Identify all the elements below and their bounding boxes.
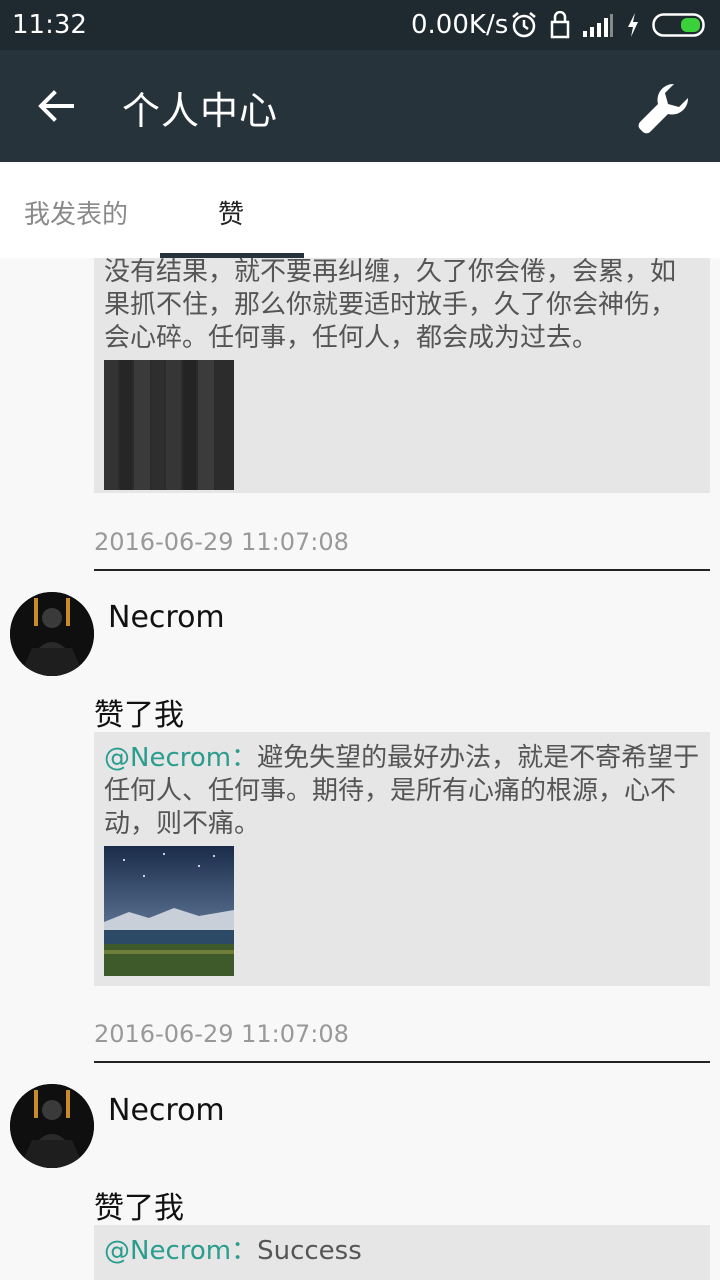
timestamp: 2016-06-29 11:07:08 bbox=[94, 528, 349, 556]
app-bar: 个人中心 bbox=[0, 50, 720, 162]
tab-bar: 我发表的 赞 bbox=[0, 162, 720, 258]
mention-author[interactable]: @Necrom： bbox=[104, 743, 257, 773]
feed-list[interactable]: 没有结果，就不要再纠缠，久了你会倦，会累，如果抓不住，那么你就要适时放手，久了你… bbox=[0, 258, 720, 1280]
wrench-icon[interactable] bbox=[634, 80, 692, 138]
quote-text: 没有结果，就不要再纠缠，久了你会倦，会累，如果抓不住，那么你就要适时放手，久了你… bbox=[104, 258, 677, 353]
charging-icon bbox=[628, 13, 638, 37]
divider bbox=[94, 1061, 710, 1063]
alarm-icon bbox=[512, 12, 536, 38]
status-time: 11:32 bbox=[12, 10, 87, 40]
avatar[interactable] bbox=[10, 592, 94, 676]
username[interactable]: Necrom bbox=[108, 600, 225, 635]
night-lake-image[interactable] bbox=[104, 846, 234, 976]
like-action-text: 赞了我 bbox=[94, 698, 184, 733]
tab-likes[interactable]: 赞 bbox=[218, 194, 244, 231]
quoted-post[interactable]: @Necrom：Success bbox=[94, 1225, 710, 1280]
battery-icon bbox=[652, 13, 705, 37]
network-speed: 0.00K/s bbox=[411, 10, 509, 40]
status-icons bbox=[510, 10, 708, 40]
mention-author[interactable]: @Necrom： bbox=[104, 1236, 257, 1266]
quoted-post[interactable]: @Necrom：避免失望的最好办法，就是不寄希望于任何人、任何事。期待，是所有心… bbox=[94, 732, 710, 986]
like-action-text: 赞了我 bbox=[94, 1191, 184, 1226]
divider bbox=[94, 569, 710, 571]
timestamp: 2016-06-29 11:07:08 bbox=[94, 1020, 349, 1048]
dark-wood-image[interactable] bbox=[104, 360, 234, 490]
quote-text: @Necrom：Success bbox=[104, 1236, 362, 1266]
avatar[interactable] bbox=[10, 1084, 94, 1168]
back-arrow-icon[interactable] bbox=[36, 86, 76, 126]
quoted-post[interactable]: 没有结果，就不要再纠缠，久了你会倦，会累，如果抓不住，那么你就要适时放手，久了你… bbox=[94, 258, 710, 493]
lock-icon bbox=[550, 11, 570, 39]
page-title: 个人中心 bbox=[122, 89, 279, 133]
tab-my-posts[interactable]: 我发表的 bbox=[24, 194, 128, 231]
quote-text: @Necrom：避免失望的最好办法，就是不寄希望于任何人、任何事。期待，是所有心… bbox=[104, 743, 700, 839]
status-bar: 11:32 0.00K/s bbox=[0, 0, 720, 50]
signal-icon bbox=[583, 14, 613, 37]
username[interactable]: Necrom bbox=[108, 1093, 225, 1128]
